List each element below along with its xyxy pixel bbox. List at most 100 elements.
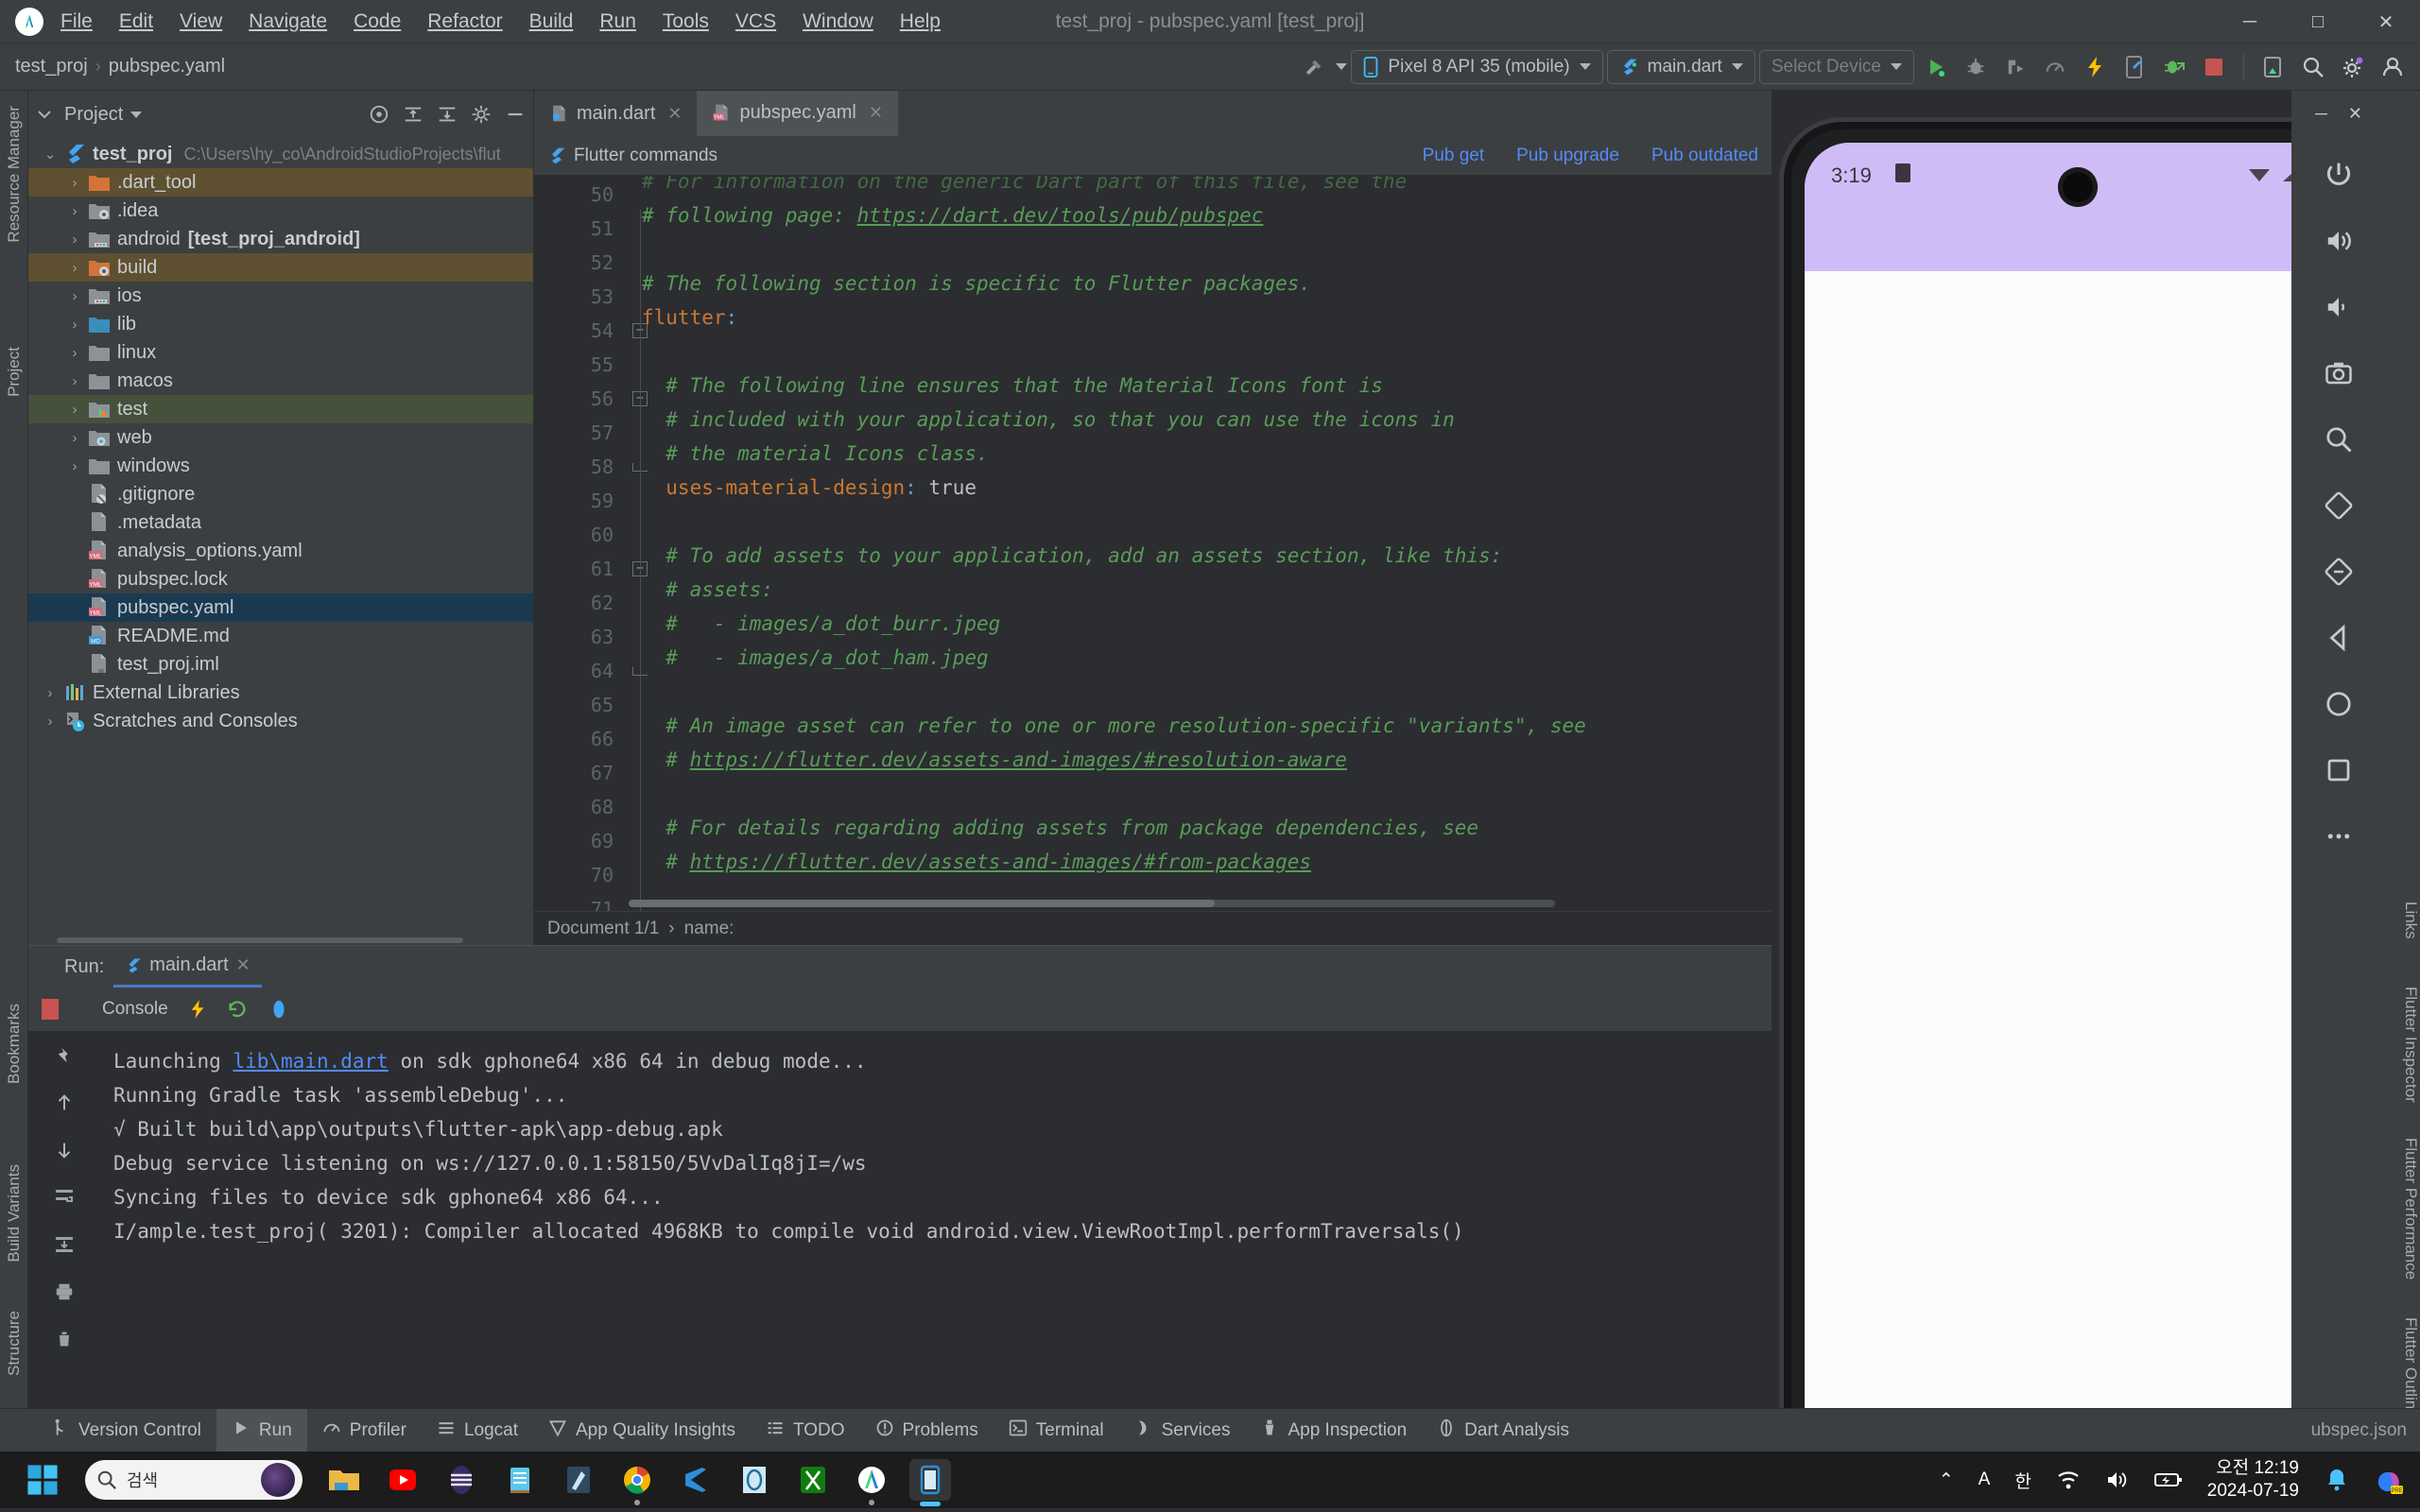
tree-node[interactable]: › .dart_tool bbox=[28, 168, 533, 197]
vscode-icon[interactable] bbox=[675, 1459, 717, 1501]
rail-item-bookmarks[interactable]: Bookmarks bbox=[0, 998, 28, 1090]
editor-horizontal-scrollbar[interactable] bbox=[629, 900, 1555, 907]
code-line[interactable]: # An image asset can refer to one or mor… bbox=[629, 709, 1772, 743]
project-tree[interactable]: ⌄ test_proj C:\Users\hy_co\AndroidStudioPr… bbox=[28, 138, 533, 936]
status-bar-problems[interactable]: Problems bbox=[860, 1409, 994, 1452]
code-line-blank[interactable] bbox=[629, 675, 1772, 709]
app-blue-icon[interactable] bbox=[734, 1459, 775, 1501]
code-line[interactable]: # following page: https://dart.dev/tools… bbox=[629, 198, 1772, 232]
code-line[interactable]: # - images/a_dot_ham.jpeg bbox=[629, 641, 1772, 675]
volume-up-icon[interactable] bbox=[2314, 216, 2363, 266]
status-bar-version-control[interactable]: Version Control bbox=[36, 1409, 216, 1452]
status-bar-dart-analysis[interactable]: Dart Analysis bbox=[1422, 1409, 1584, 1452]
build-dropdown-caret-icon[interactable] bbox=[1336, 63, 1348, 70]
expand-all-icon[interactable] bbox=[403, 104, 424, 125]
tree-node[interactable]: .gitignore bbox=[28, 480, 533, 508]
menu-item-tools[interactable]: Tools bbox=[663, 10, 709, 33]
tree-node[interactable]: YML pubspec.lock bbox=[28, 565, 533, 593]
xbox-icon[interactable] bbox=[792, 1459, 834, 1501]
tree-node[interactable]: › windows bbox=[28, 452, 533, 480]
rail-item-structure[interactable]: Structure bbox=[0, 1305, 28, 1382]
status-bar-run[interactable]: Run bbox=[216, 1408, 307, 1452]
pub-get-link[interactable]: Pub get bbox=[1423, 146, 1485, 166]
chrome-icon[interactable] bbox=[616, 1459, 658, 1505]
tab-pubspec-yaml[interactable]: YML pubspec.yaml ✕ bbox=[697, 91, 898, 136]
code-line[interactable]: uses-material-design: true bbox=[629, 471, 1772, 505]
clear-all-icon[interactable] bbox=[55, 1328, 74, 1350]
code-line[interactable]: # For information on the generic Dart pa… bbox=[629, 176, 1772, 198]
code-line[interactable]: # https://flutter.dev/assets-and-images/… bbox=[629, 743, 1772, 777]
code-line[interactable]: # included with your application, so tha… bbox=[629, 403, 1772, 437]
battery-charging-icon[interactable] bbox=[2153, 1470, 2183, 1489]
chevron-down-icon[interactable] bbox=[130, 111, 143, 118]
code-line-blank[interactable] bbox=[629, 505, 1772, 539]
flutter-device-icon[interactable] bbox=[2117, 49, 2152, 85]
more-icon[interactable] bbox=[2314, 812, 2363, 861]
status-bar-profiler[interactable]: Profiler bbox=[307, 1409, 422, 1452]
tree-node[interactable]: › build bbox=[28, 253, 533, 282]
editor-icon[interactable] bbox=[558, 1459, 599, 1501]
status-bar-app-quality-insights[interactable]: App Quality Insights bbox=[533, 1409, 751, 1452]
tab-close-icon[interactable]: ✕ bbox=[667, 104, 682, 124]
browser-icon[interactable] bbox=[441, 1459, 482, 1501]
comment-url-link[interactable]: https://flutter.dev/assets-and-images/#r… bbox=[690, 748, 1347, 771]
code-line[interactable]: # To add assets to your application, add… bbox=[629, 539, 1772, 573]
code-editor[interactable]: 50 51 52 53 54− 55 56− 57 58 59 60 61− 62 63 64 65 66 67 6… bbox=[534, 176, 1772, 911]
tab-main-dart[interactable]: main.dart ✕ bbox=[534, 91, 697, 136]
power-icon[interactable] bbox=[2314, 150, 2363, 199]
taskbar-clock[interactable]: 오전 12:19 2024-07-19 bbox=[2207, 1457, 2299, 1503]
code-line[interactable]: # - images/a_dot_burr.jpeg bbox=[629, 607, 1772, 641]
menu-item-help[interactable]: Help bbox=[900, 10, 941, 33]
tree-node[interactable]: › External Libraries bbox=[28, 679, 533, 707]
notepad-icon[interactable] bbox=[499, 1459, 541, 1501]
tree-node[interactable]: test_proj.iml bbox=[28, 650, 533, 679]
tree-node[interactable]: › lib bbox=[28, 310, 533, 338]
menu-item-edit[interactable]: Edit bbox=[119, 10, 153, 33]
project-settings-gear-icon[interactable] bbox=[471, 104, 492, 125]
expand-arrow-icon[interactable]: › bbox=[62, 458, 87, 474]
run-debug-green-icon[interactable] bbox=[2156, 49, 2192, 85]
select-opened-file-icon[interactable] bbox=[369, 104, 389, 125]
expand-arrow-icon[interactable]: ⌄ bbox=[38, 146, 62, 163]
zoom-icon[interactable] bbox=[2314, 415, 2363, 464]
collapse-all-icon[interactable] bbox=[437, 104, 458, 125]
menu-item-view[interactable]: View bbox=[180, 10, 222, 33]
tree-node[interactable]: › macos bbox=[28, 367, 533, 395]
expand-arrow-icon[interactable]: › bbox=[62, 203, 87, 219]
tree-node[interactable]: › web bbox=[28, 423, 533, 452]
scroll-up-icon[interactable] bbox=[54, 1091, 75, 1114]
code-line[interactable]: # https://flutter.dev/assets-and-images/… bbox=[629, 845, 1772, 879]
wifi-icon[interactable] bbox=[2056, 1469, 2081, 1490]
menu-item-vcs[interactable]: VCS bbox=[735, 10, 776, 33]
console-tab-label[interactable]: Console bbox=[102, 999, 168, 1020]
soft-wrap-icon[interactable] bbox=[53, 1186, 76, 1209]
taskbar-search[interactable]: 검색 bbox=[85, 1460, 302, 1500]
tree-node[interactable]: › android [test_proj_android] bbox=[28, 225, 533, 253]
select-device-combo[interactable]: Select Device bbox=[1758, 49, 1914, 84]
project-horizontal-scrollbar[interactable] bbox=[28, 936, 533, 945]
rail-item-build-variants[interactable]: Build Variants bbox=[0, 1159, 28, 1268]
rail-item-links[interactable]: Links bbox=[2386, 894, 2420, 947]
code-line[interactable]: # the material Icons class. bbox=[629, 437, 1772, 471]
expand-arrow-icon[interactable]: › bbox=[38, 685, 62, 701]
tree-node[interactable]: › test bbox=[28, 395, 533, 423]
expand-arrow-icon[interactable]: › bbox=[62, 402, 87, 418]
tree-node[interactable]: .metadata bbox=[28, 508, 533, 537]
menu-item-navigate[interactable]: Navigate bbox=[249, 10, 327, 33]
android-studio-icon[interactable] bbox=[851, 1459, 892, 1505]
expand-arrow-icon[interactable]: › bbox=[62, 430, 87, 446]
device-manager-icon[interactable] bbox=[2256, 49, 2291, 85]
code-line-blank[interactable] bbox=[629, 777, 1772, 811]
volume-down-icon[interactable] bbox=[2314, 283, 2363, 332]
copilot-avatar-icon[interactable] bbox=[261, 1463, 295, 1497]
tree-node[interactable]: › linux bbox=[28, 338, 533, 367]
print-icon[interactable] bbox=[54, 1280, 75, 1303]
code-line-blank[interactable] bbox=[629, 232, 1772, 266]
expand-arrow-icon[interactable]: › bbox=[62, 175, 87, 191]
code-line[interactable]: # The following section is specific to F… bbox=[629, 266, 1772, 301]
tray-chevron-icon[interactable]: ⌃ bbox=[1939, 1469, 1954, 1491]
run-tab-main-dart[interactable]: main.dart ✕ bbox=[113, 946, 262, 988]
search-icon[interactable] bbox=[2295, 49, 2331, 85]
rail-item-resource-manager[interactable]: Resource Manager bbox=[0, 100, 28, 249]
tray-ime-a-icon[interactable]: A bbox=[1979, 1469, 1991, 1490]
